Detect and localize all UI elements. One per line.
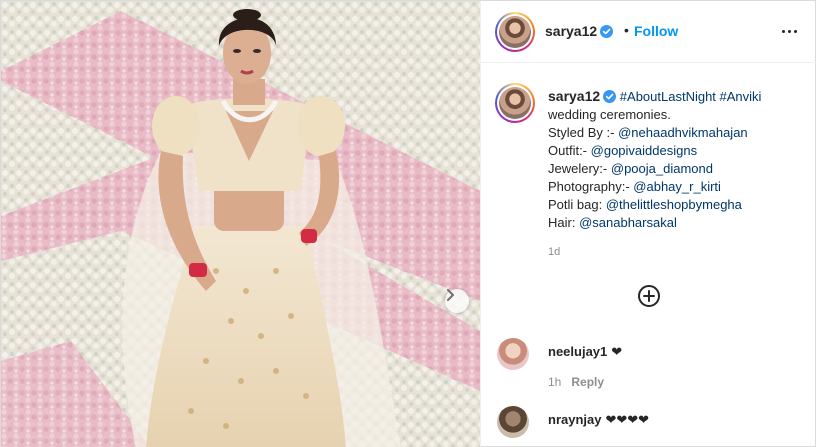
post-side-panel: sarya12 • Follow sarya12 #AboutLastNight…	[480, 1, 816, 447]
comment-body: neelujay1 ❤	[548, 344, 622, 360]
comment-text: ❤	[611, 344, 623, 359]
chevron-right-icon	[447, 289, 454, 301]
commenter-avatar[interactable]	[497, 338, 529, 370]
author-username[interactable]: sarya12	[545, 23, 597, 39]
commenter-username[interactable]: neelujay1	[548, 344, 607, 359]
photography-handle-link[interactable]: @abhay_r_kirti	[633, 179, 721, 194]
author-avatar[interactable]	[495, 12, 535, 52]
hair-handle-link[interactable]: @sanabharsakal	[579, 215, 677, 230]
reply-button[interactable]: Reply	[571, 375, 604, 389]
comment-body: nraynjay ❤❤❤❤	[548, 412, 649, 428]
potli-label: Potli bag:	[548, 197, 603, 212]
next-image-button[interactable]	[445, 289, 469, 313]
outfit-label: Outfit:-	[548, 143, 588, 158]
more-dot-3	[793, 29, 797, 33]
comment-text: ❤❤❤❤	[605, 412, 650, 427]
commenter-avatar[interactable]	[497, 406, 529, 438]
avatar-image	[499, 16, 531, 48]
caption-hashtags[interactable]: #AboutLastNight #Anviki	[620, 89, 762, 104]
post-header: sarya12 • Follow	[481, 1, 816, 63]
caption-username[interactable]: sarya12	[548, 88, 600, 104]
caption-line-potli: Potli bag: @thelittleshopbymegha	[548, 196, 810, 214]
photography-label: Photography:-	[548, 179, 630, 194]
caption-text: sarya12 #AboutLastNight #Anviki wedding …	[548, 87, 810, 232]
more-dot-2	[787, 29, 791, 33]
post-container: sarya12 • Follow sarya12 #AboutLastNight…	[0, 0, 816, 447]
caption-author-avatar[interactable]	[495, 83, 535, 123]
caption-timestamp[interactable]: 1d	[548, 246, 560, 258]
jewelery-label: Jewelery:-	[548, 161, 608, 176]
post-photo-illustration	[1, 1, 480, 447]
caption-line-2: wedding ceremonies.	[548, 107, 671, 122]
more-dot-1	[781, 29, 785, 33]
caption-line-styled: Styled By :- @nehaadhvikmahajan	[548, 124, 810, 142]
avatar-border	[497, 14, 533, 50]
hair-label: Hair:	[548, 215, 576, 230]
caption-line-jewelery: Jewelery:- @pooja_diamond	[548, 160, 810, 178]
comment-time[interactable]: 1h	[548, 375, 561, 389]
more-options-icon[interactable]	[777, 23, 801, 39]
caption-line-hair: Hair: @sanabharsakal	[548, 214, 810, 232]
avatar-image	[499, 87, 531, 119]
separator-dot: •	[624, 22, 629, 38]
commenter-username[interactable]: nraynjay	[548, 412, 601, 427]
verified-badge-icon	[603, 90, 617, 103]
jewelery-handle-link[interactable]: @pooja_diamond	[611, 161, 713, 176]
caption-line-photography: Photography:- @abhay_r_kirti	[548, 178, 810, 196]
outfit-handle-link[interactable]: @gopivaiddesigns	[591, 143, 697, 158]
follow-button[interactable]: Follow	[634, 23, 678, 39]
caption-line-outfit: Outfit:- @gopivaiddesigns	[548, 142, 810, 160]
verified-badge-icon	[600, 25, 614, 38]
plus-circle-icon[interactable]	[637, 284, 661, 308]
styled-handle-link[interactable]: @nehaadhvikmahajan	[618, 125, 748, 140]
caption-line-1: sarya12 #AboutLastNight #Anviki	[548, 87, 810, 106]
comment-meta: 1h Reply	[548, 375, 604, 389]
potli-handle-link[interactable]: @thelittleshopbymegha	[606, 197, 742, 212]
styled-label: Styled By :-	[548, 125, 615, 140]
author-name-group: sarya12	[545, 23, 614, 41]
post-photo[interactable]	[1, 1, 480, 447]
avatar-border	[497, 85, 533, 121]
